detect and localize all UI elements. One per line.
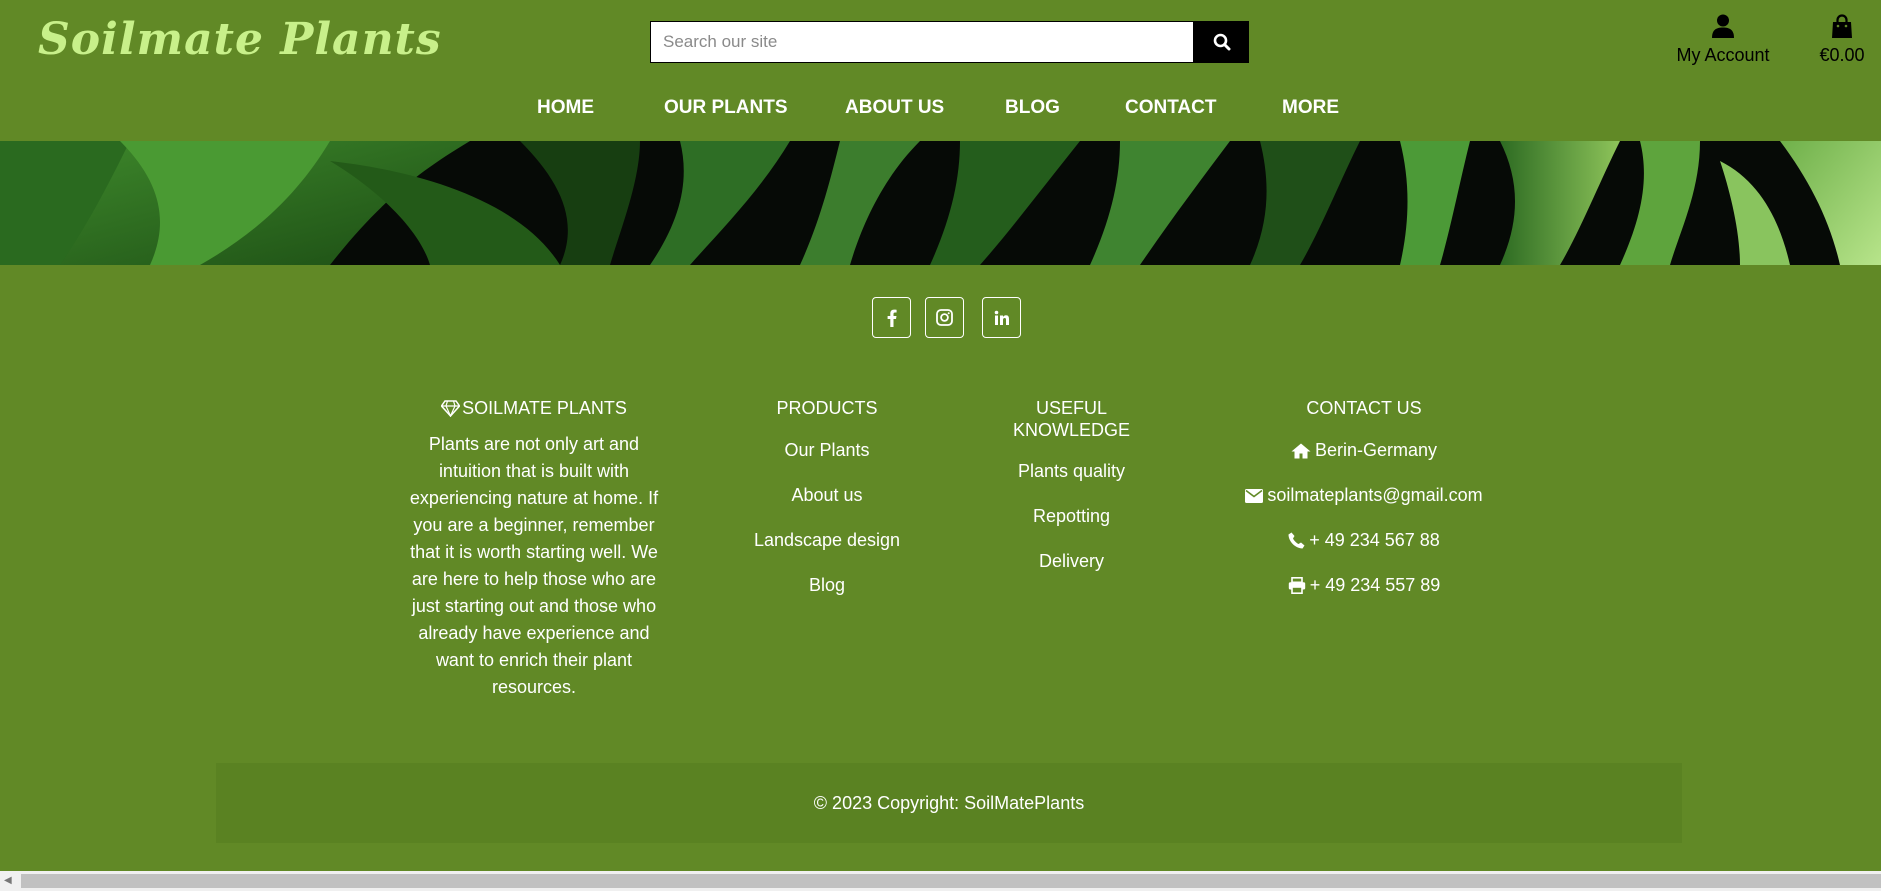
footer-contact-column: CONTACT US Berin-Germany soilmateplants@… [1214, 397, 1514, 596]
facebook-link[interactable] [872, 297, 911, 338]
search-input[interactable] [650, 21, 1194, 63]
home-icon [1291, 443, 1311, 458]
horizontal-scrollbar[interactable]: ◀ [0, 871, 1881, 891]
gem-icon [441, 399, 461, 417]
shopping-bag-link[interactable]: €0.00 [1810, 14, 1874, 66]
about-heading-text: SOILMATE PLANTS [462, 398, 627, 418]
user-icon [1712, 14, 1734, 38]
scrollbar-thumb[interactable] [21, 874, 1881, 888]
footer-link-about-us[interactable]: About us [737, 485, 917, 506]
footer-products-column: PRODUCTS Our Plants About us Landscape d… [737, 397, 917, 596]
account-label: My Account [1676, 45, 1770, 65]
footer-link-blog[interactable]: Blog [737, 575, 917, 596]
phone-icon [1288, 532, 1305, 549]
footer-about-column: SOILMATE PLANTS Plants are not only art … [405, 397, 663, 701]
footer-link-repotting[interactable]: Repotting [1000, 506, 1143, 527]
contact-phone-text: + 49 234 567 88 [1309, 530, 1440, 550]
social-links [0, 297, 1881, 339]
contact-fax: + 49 234 557 89 [1214, 575, 1514, 596]
about-text: Plants are not only art and intuition th… [409, 434, 659, 697]
knowledge-heading: USEFUL KNOWLEDGE [1012, 398, 1131, 440]
instagram-icon [936, 309, 953, 326]
search-button[interactable] [1194, 21, 1249, 63]
contact-email-text: soilmateplants@gmail.com [1267, 485, 1483, 505]
linkedin-link[interactable] [982, 297, 1021, 338]
facebook-icon [887, 309, 897, 327]
my-account-link[interactable]: My Account [1668, 14, 1778, 66]
instagram-link[interactable] [925, 297, 964, 338]
brand-logo[interactable]: Soilmate Plants [38, 14, 442, 65]
site-header: Soilmate Plants My Account €0.00 HOME OU… [0, 0, 1881, 141]
search-icon [1213, 33, 1230, 51]
nav-home[interactable]: HOME [537, 97, 594, 119]
copyright-text: © 2023 Copyright: SoilMatePlants [813, 792, 1085, 813]
footer-link-landscape-design[interactable]: Landscape design [737, 530, 917, 551]
contact-address: Berin-Germany [1214, 440, 1514, 461]
shopping-bag-icon [1832, 14, 1852, 38]
nav-about-us[interactable]: ABOUT US [845, 97, 944, 119]
nav-more[interactable]: MORE [1282, 97, 1339, 119]
footer-link-our-plants[interactable]: Our Plants [737, 440, 917, 461]
search-form [650, 21, 1249, 63]
products-heading: PRODUCTS [776, 398, 878, 418]
nav-our-plants[interactable]: OUR PLANTS [664, 97, 788, 119]
contact-address-text: Berin-Germany [1314, 440, 1438, 460]
printer-icon [1288, 577, 1305, 594]
hero-banner-image [0, 141, 1881, 265]
linkedin-icon [994, 310, 1009, 325]
envelope-icon [1245, 488, 1264, 503]
footer-link-plants-quality[interactable]: Plants quality [1000, 461, 1143, 482]
main-nav: HOME OUR PLANTS ABOUT US BLOG CONTACT MO… [0, 97, 1881, 123]
copyright-bar: © 2023 Copyright: SoilMatePlants [216, 763, 1682, 843]
contact-email[interactable]: soilmateplants@gmail.com [1214, 485, 1514, 506]
footer-knowledge-column: USEFUL KNOWLEDGE Plants quality Repottin… [1000, 397, 1143, 572]
cart-total: €0.00 [1819, 45, 1865, 65]
contact-phone[interactable]: + 49 234 567 88 [1214, 530, 1514, 551]
nav-blog[interactable]: BLOG [1005, 97, 1060, 119]
contact-fax-text: + 49 234 557 89 [1309, 575, 1441, 595]
nav-contact[interactable]: CONTACT [1125, 97, 1216, 119]
footer-link-delivery[interactable]: Delivery [1000, 551, 1143, 572]
about-heading: SOILMATE PLANTS [405, 397, 663, 419]
contact-heading: CONTACT US [1306, 398, 1422, 418]
scroll-left-arrow-icon[interactable]: ◀ [4, 875, 12, 886]
